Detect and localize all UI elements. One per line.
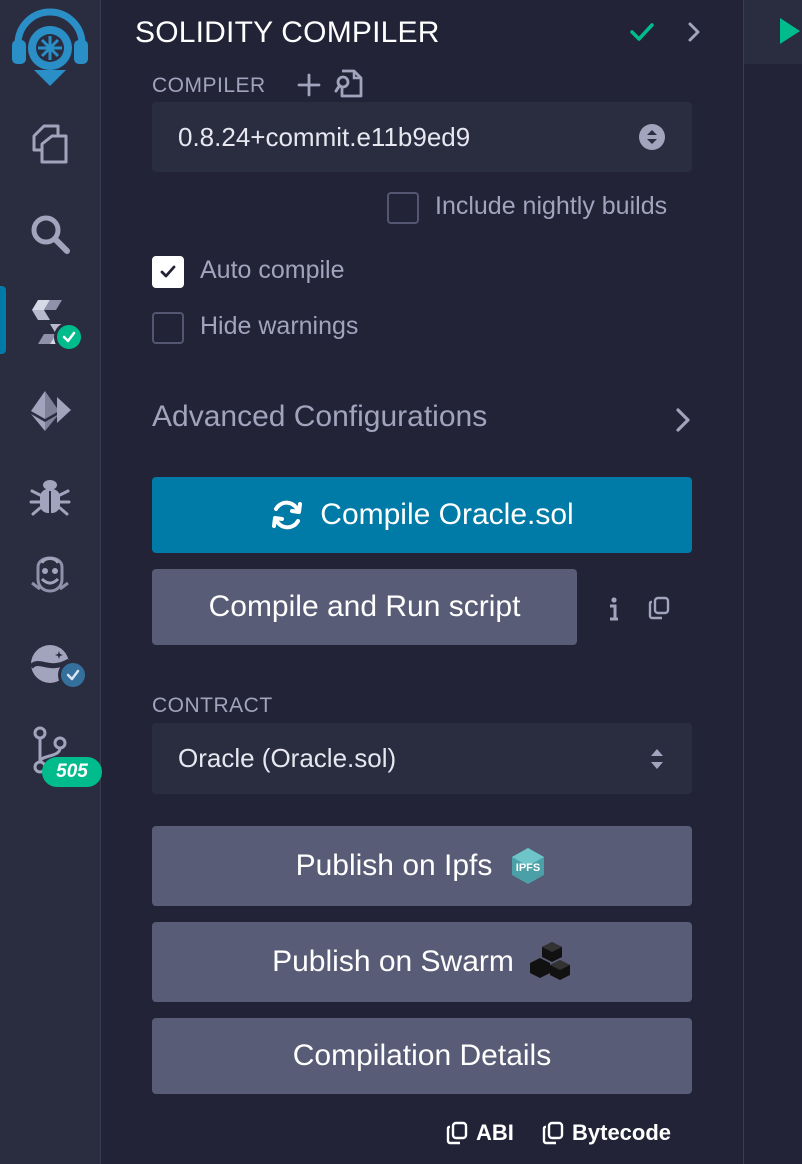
solidity-analyzers-icon	[31, 556, 69, 593]
solidity-compiler-panel: SOLIDITY COMPILER COMPILER 0.8.24+commit…	[102, 0, 743, 1164]
info-icon	[610, 597, 618, 621]
git-changes-count: 505	[42, 757, 102, 787]
compilation-details-label: Compilation Details	[292, 1039, 552, 1072]
remix-logo-icon	[12, 8, 88, 86]
file-search-icon	[334, 69, 363, 98]
copy-bytecode-label: Bytecode	[572, 1120, 672, 1145]
advanced-config-toggle[interactable]: Advanced Configurations	[152, 400, 487, 434]
swarm-icon	[529, 942, 570, 980]
auto-compile-label: Auto compile	[200, 256, 345, 284]
compiler-label: COMPILER	[152, 74, 266, 97]
select-arrows-icon	[639, 124, 665, 150]
icon-rail: 505	[0, 0, 102, 1164]
compile-button-label: Compile Oracle.sol	[320, 498, 574, 531]
ipfs-icon: IPFS	[512, 848, 545, 884]
check-icon	[62, 331, 76, 343]
compilation-details-button[interactable]: Compilation Details	[152, 1018, 692, 1094]
contract-label: CONTRACT	[152, 694, 273, 717]
include-nightly-label: Include nightly builds	[435, 192, 668, 220]
copy-abi-label: ABI	[476, 1120, 514, 1145]
copy-icon	[446, 1121, 468, 1145]
run-script-button[interactable]	[774, 14, 802, 48]
add-compiler-button[interactable]	[294, 70, 324, 100]
custom-compiler-button[interactable]	[332, 68, 366, 100]
editor-toolbar	[744, 0, 802, 64]
rail-solidity-compiler[interactable]	[0, 292, 100, 352]
contract-select-value: Oracle (Oracle.sol)	[178, 743, 397, 773]
info-button[interactable]	[602, 594, 626, 624]
plugin-verified-badge	[58, 660, 88, 690]
rail-deploy-run[interactable]	[0, 384, 100, 436]
remix-ide: 505 SOLIDITY COMPILER COMPILER 0.8.24+co…	[0, 0, 802, 1164]
compile-run-script-button[interactable]: Compile and Run script	[152, 569, 577, 645]
auto-compile-checkbox[interactable]	[152, 256, 184, 288]
publish-swarm-button[interactable]: Publish on Swarm	[152, 922, 692, 1002]
publish-swarm-label: Publish on Swarm	[272, 945, 514, 978]
plus-icon	[297, 73, 321, 97]
contract-select[interactable]: Oracle (Oracle.sol)	[152, 723, 692, 794]
hide-warnings-checkbox[interactable]	[152, 312, 184, 344]
rail-file-explorer[interactable]	[0, 118, 100, 170]
chevron-right-icon[interactable]	[686, 20, 702, 49]
home-button[interactable]	[0, 8, 100, 88]
compile-button[interactable]: Compile Oracle.sol	[152, 477, 692, 553]
rail-search[interactable]	[0, 208, 100, 260]
panel-title: SOLIDITY COMPILER	[135, 16, 440, 49]
file-explorer-icon	[32, 124, 68, 164]
check-icon	[160, 265, 176, 278]
rail-static-analysis[interactable]	[0, 546, 100, 598]
copy-abi-button[interactable]: ABI	[446, 1120, 514, 1146]
status-ok-icon	[629, 20, 655, 49]
editor-area	[743, 0, 802, 1164]
publish-ipfs-button[interactable]: Publish on Ipfs IPFS	[152, 826, 692, 906]
copy-bytecode-button[interactable]: Bytecode	[542, 1120, 671, 1146]
copy-icon	[648, 596, 670, 620]
rail-learneth[interactable]	[0, 636, 100, 692]
copy-script-button[interactable]	[646, 594, 672, 622]
compile-run-label: Compile and Run script	[208, 590, 521, 623]
debugger-icon	[29, 480, 71, 516]
include-nightly-checkbox[interactable]	[387, 192, 419, 224]
compiler-version-value: 0.8.24+commit.e11b9ed9	[178, 121, 471, 152]
ipfs-badge-text: IPFS	[516, 862, 540, 874]
publish-ipfs-label: Publish on Ipfs	[295, 849, 493, 882]
refresh-icon	[272, 500, 303, 530]
compiled-ok-badge	[54, 322, 84, 352]
select-arrows-icon	[651, 748, 663, 769]
compiler-version-select[interactable]: 0.8.24+commit.e11b9ed9	[152, 102, 692, 172]
search-icon	[31, 215, 70, 254]
copy-icon	[542, 1121, 564, 1145]
check-icon	[66, 669, 80, 681]
deploy-run-icon	[31, 391, 71, 431]
rail-debugger[interactable]	[0, 470, 100, 522]
play-icon	[780, 18, 800, 44]
chevron-right-icon[interactable]	[674, 406, 692, 439]
hide-warnings-label: Hide warnings	[200, 312, 359, 340]
